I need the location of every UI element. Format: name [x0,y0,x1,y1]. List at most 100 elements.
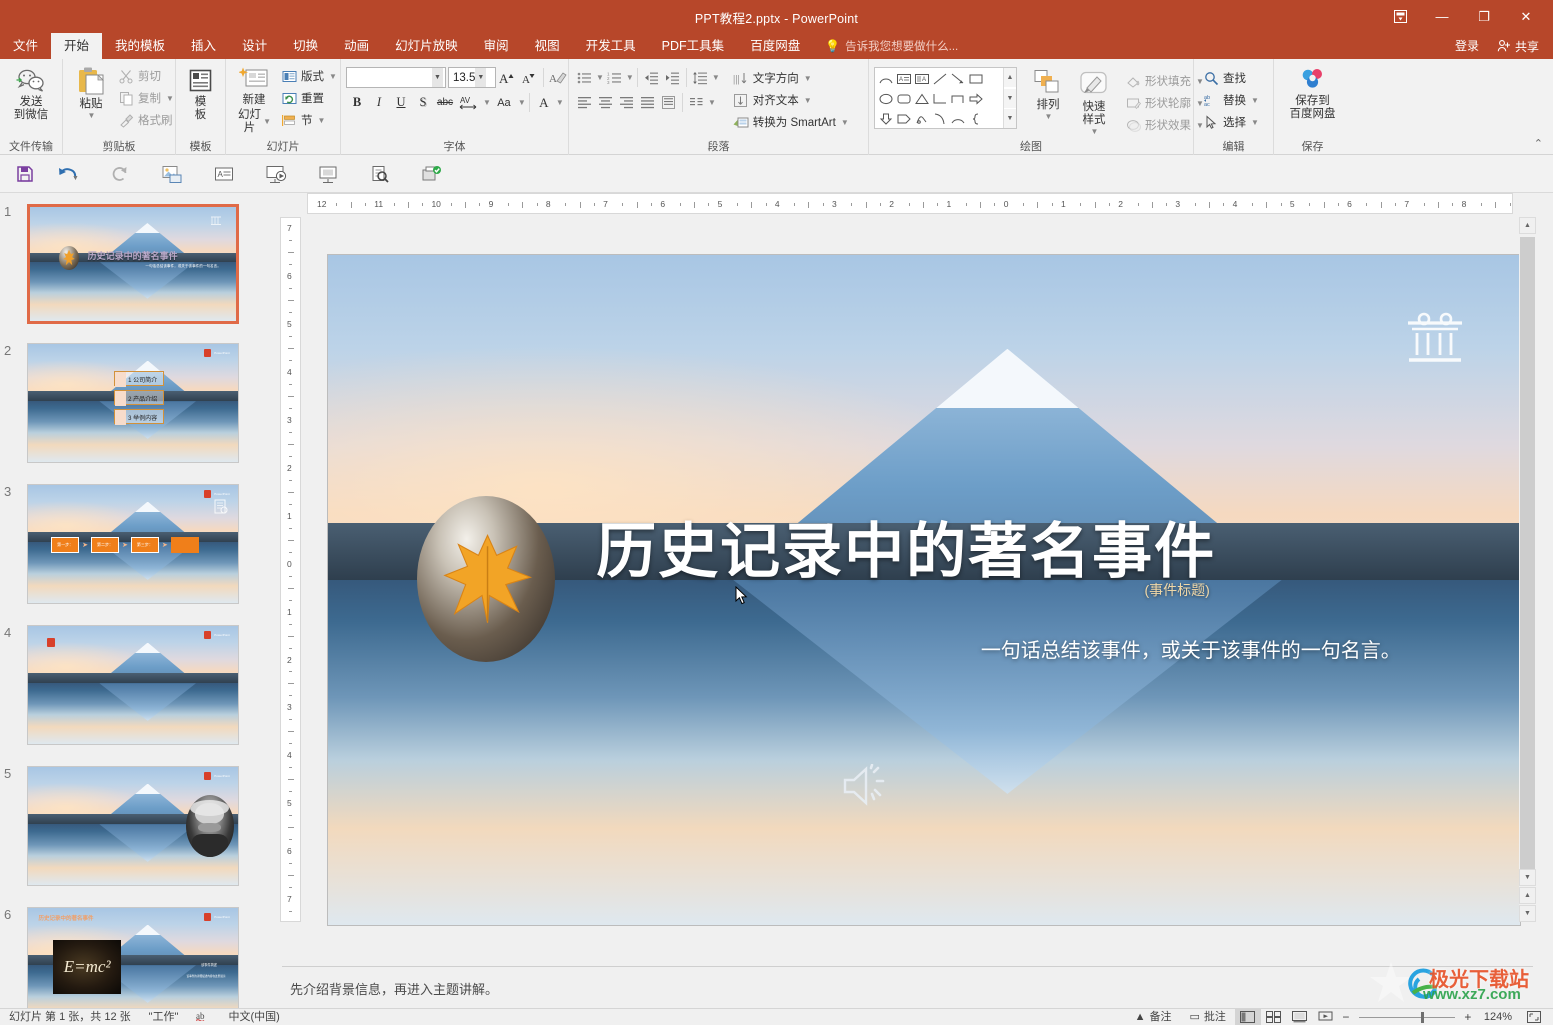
tab-developer[interactable]: 开发工具 [573,33,649,59]
cut-button[interactable]: 剪切 [114,65,179,87]
distributed-button[interactable] [658,92,679,113]
decrease-indent-button[interactable] [641,67,662,88]
slide-previous-icon[interactable]: ▲ [1519,887,1536,904]
tab-design[interactable]: 设计 [229,33,280,59]
slide-title-note[interactable]: (事件标题) [1145,580,1210,600]
shape-oval-icon[interactable] [877,89,895,109]
close-button[interactable]: ✕ [1505,1,1547,33]
change-case-caret-icon[interactable]: ▼ [518,98,526,107]
shape-elbow-connector-icon[interactable] [931,89,949,109]
numbering-button[interactable]: 123 [604,67,625,88]
slide-thumbnail-2[interactable]: 2 PowerPoint 1 公司简介 2 产品介绍 3 举例内容 [4,343,239,463]
convert-to-smartart-caret-icon[interactable]: ▼ [841,118,849,127]
vertical-ruler[interactable]: 7 6 5 4 3 2 1 0 1 2 3 4 5 6 7 [280,217,301,922]
justify-button[interactable] [637,92,658,113]
shape-down-arrow-icon[interactable] [877,109,895,129]
columns-caret-icon[interactable]: ▼ [708,98,716,107]
shrink-font-icon[interactable]: A [518,67,540,88]
align-text-caret-icon[interactable]: ▼ [804,96,812,105]
new-slide-button[interactable]: 新建 幻灯片 ▼ [231,62,277,137]
start-slideshow-icon[interactable] [250,159,302,189]
grow-font-icon[interactable]: A [496,67,518,88]
slide-thumbnail-3[interactable]: 3 PowerPoint 第一步： ➤ 第二步： ➤ 第三步： ➤ [4,484,239,604]
font-size-input[interactable]: 13.5 ▼ [448,67,496,88]
quick-styles-caret-icon[interactable]: ▼ [1091,127,1099,136]
slide-next-icon[interactable]: ▼ [1519,905,1536,922]
notes-toggle[interactable]: ▲ 备注 [1126,1009,1181,1025]
shape-arc-icon[interactable] [877,69,895,89]
insert-picture-icon[interactable] [146,159,198,189]
bullets-caret-icon[interactable]: ▼ [596,73,604,82]
slide-thumbnail-5[interactable]: 5 PowerPoint [4,766,239,886]
theme-status[interactable]: "工作" [140,1009,188,1025]
clear-formatting-icon[interactable]: A [547,67,569,88]
bullets-button[interactable] [574,67,595,88]
tab-animations[interactable]: 动画 [331,33,382,59]
tab-slideshow[interactable]: 幻灯片放映 [382,33,471,59]
presenter-view-icon[interactable] [302,159,354,189]
ribbon-display-options-icon[interactable] [1379,1,1421,33]
shapes-gallery-scrollbar[interactable]: ▲ ▼ ▼ [1003,68,1016,128]
shadow-button[interactable]: S [412,92,434,113]
align-right-button[interactable] [616,92,637,113]
shape-triangle-icon[interactable] [913,89,931,109]
horizontal-ruler[interactable]: 1211109876543210123456789101112 [307,193,1513,214]
shapes-more-icon[interactable]: ▼ [1004,109,1016,128]
tab-pdf-tools[interactable]: PDF工具集 [649,33,738,59]
slide-title[interactable]: 历史记录中的著名事件 [596,503,1216,590]
bold-button[interactable]: B [346,92,368,113]
shape-vertical-textbox-icon[interactable]: A [913,69,931,89]
align-left-button[interactable] [574,92,595,113]
copy-caret-icon[interactable]: ▼ [166,94,174,103]
slide-canvas[interactable]: 历史记录中的著名事件 (事件标题) 一句话总结该事件，或关于该事件的一句名言。 [328,255,1520,925]
autumn-leaf-image[interactable] [417,496,556,663]
font-color-caret-icon[interactable]: ▼ [556,98,564,107]
font-size-dropdown-icon[interactable]: ▼ [475,68,487,87]
send-to-wechat-button[interactable]: 发送 到微信 [8,62,55,124]
format-painter-button[interactable]: 格式刷 [114,109,179,131]
zoom-knob[interactable] [1420,1011,1424,1023]
redo-icon[interactable] [94,159,146,189]
tab-transitions[interactable]: 切换 [280,33,331,59]
slide-vertical-scrollbar[interactable]: ▲ ▼ ▲ ▼ [1519,217,1536,922]
shapes-scroll-up-icon[interactable]: ▲ [1004,68,1016,87]
tab-review[interactable]: 审阅 [471,33,522,59]
reading-view-icon[interactable] [1287,1009,1313,1025]
line-spacing-button[interactable] [690,67,711,88]
slide-thumbnail-4[interactable]: 4 PowerPoint [4,625,239,745]
convert-to-smartart-button[interactable]: 转换为 SmartArt ▼ [728,111,854,133]
sign-in-button[interactable]: 登录 [1443,33,1491,59]
copy-button[interactable]: 复制 ▼ [114,87,179,109]
slide-thumbnail-6[interactable]: 6 PowerPoint 历史记录中的著名事件 Ε=mc² 该事件简述 该事件的… [4,907,239,1008]
increase-indent-button[interactable] [662,67,683,88]
zoom-out-button[interactable]: − [1339,1010,1353,1024]
language-status[interactable]: 中文(中国) [219,1009,288,1025]
normal-view-icon[interactable] [1234,1008,1261,1025]
columns-button[interactable] [686,92,707,113]
slide-count-status[interactable]: 幻灯片 第 1 张，共 12 张 [0,1009,140,1025]
tab-my-templates[interactable]: 我的模板 [102,33,178,59]
document-check-icon[interactable] [406,159,458,189]
comments-toggle[interactable]: ▭ 批注 [1180,1009,1234,1025]
shape-arc2-icon[interactable] [949,109,967,129]
new-slide-caret-icon[interactable]: ▼ [263,117,271,126]
proofing-icon[interactable]: ab [187,1009,219,1025]
shape-arrow-icon[interactable] [949,69,967,89]
shape-elbow-arrow-icon[interactable] [949,89,967,109]
slide-thumbnail-1[interactable]: 1 历史记录中的著名事件 一句话总结该事件，或关于该事件的一句名言。 [4,204,239,324]
maximize-restore-button[interactable]: ❐ [1463,1,1505,33]
reset-button[interactable]: 重置 [277,87,342,109]
shapes-gallery[interactable]: A A ▲ ▼ ▼ [874,67,1017,129]
zoom-slider[interactable] [1358,1009,1455,1025]
tab-view[interactable]: 视图 [522,33,573,59]
notes-pane[interactable]: 先介绍背景信息，再进入主题讲解。 [282,966,1533,1008]
chevron-up-icon[interactable]: ⌃ [1534,137,1543,150]
character-spacing-caret-icon[interactable]: ▼ [483,98,491,107]
replace-button[interactable]: ab ac 替换 ▼ [1199,89,1264,111]
select-button[interactable]: 选择 ▼ [1199,111,1264,133]
undo-icon[interactable]: ▼ [42,159,94,189]
shape-curve-icon[interactable] [931,109,949,129]
tab-insert[interactable]: 插入 [178,33,229,59]
save-icon[interactable] [8,159,42,189]
slide-scroll-up-icon[interactable]: ▲ [1519,217,1536,234]
